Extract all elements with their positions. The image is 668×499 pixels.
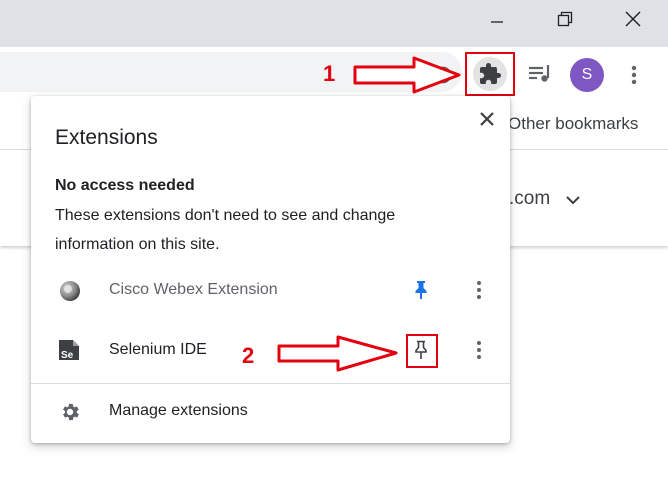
- close-icon: [625, 11, 641, 27]
- extension-row-webex[interactable]: Cisco Webex Extension: [31, 268, 510, 312]
- window-titlebar: [0, 0, 668, 47]
- profile-avatar[interactable]: S: [570, 58, 604, 92]
- gear-icon: [63, 403, 79, 421]
- annotation-step-label: 2: [242, 343, 255, 368]
- restore-icon: [557, 11, 573, 27]
- section-heading: No access needed: [55, 177, 195, 194]
- avatar-initial: S: [581, 66, 593, 83]
- more-options-icon[interactable]: [471, 339, 487, 361]
- selenium-icon: Se: [59, 340, 79, 361]
- other-bookmarks-link[interactable]: Other bookmarks: [508, 114, 638, 134]
- media-playlist-icon[interactable]: [527, 62, 553, 86]
- annotation-arrow-icon: [277, 335, 398, 372]
- extension-row-selenium[interactable]: Se Selenium IDE: [31, 328, 510, 372]
- chevron-down-icon[interactable]: [565, 194, 581, 206]
- divider: [31, 383, 510, 384]
- extension-name: Cisco Webex Extension: [109, 281, 278, 298]
- minimize-icon: [491, 21, 503, 23]
- manage-extensions-label: Manage extensions: [109, 402, 248, 419]
- popup-title: Extensions: [55, 126, 158, 149]
- extensions-popup: Extensions No access needed These extens…: [31, 96, 510, 443]
- minimize-button[interactable]: [474, 0, 520, 38]
- site-domain-label: .com: [509, 188, 551, 209]
- manage-extensions-button[interactable]: Manage extensions: [31, 392, 510, 432]
- annotation-highlight-box: [406, 334, 438, 368]
- more-options-icon[interactable]: [471, 279, 487, 301]
- chrome-menu-icon[interactable]: [624, 63, 644, 87]
- extension-name: Selenium IDE: [109, 341, 207, 358]
- webex-icon: [60, 281, 80, 301]
- section-description: information on this site.: [55, 236, 220, 253]
- annotation-highlight-box: [465, 52, 515, 96]
- close-icon[interactable]: [480, 112, 494, 126]
- annotation-arrow-icon: [353, 56, 461, 94]
- pinned-icon[interactable]: [412, 280, 430, 300]
- restore-button[interactable]: [542, 0, 588, 38]
- svg-text:Se: Se: [61, 350, 74, 361]
- close-window-button[interactable]: [610, 0, 656, 38]
- annotation-step-label: 1: [323, 61, 336, 86]
- section-description: These extensions don't need to see and c…: [55, 207, 396, 224]
